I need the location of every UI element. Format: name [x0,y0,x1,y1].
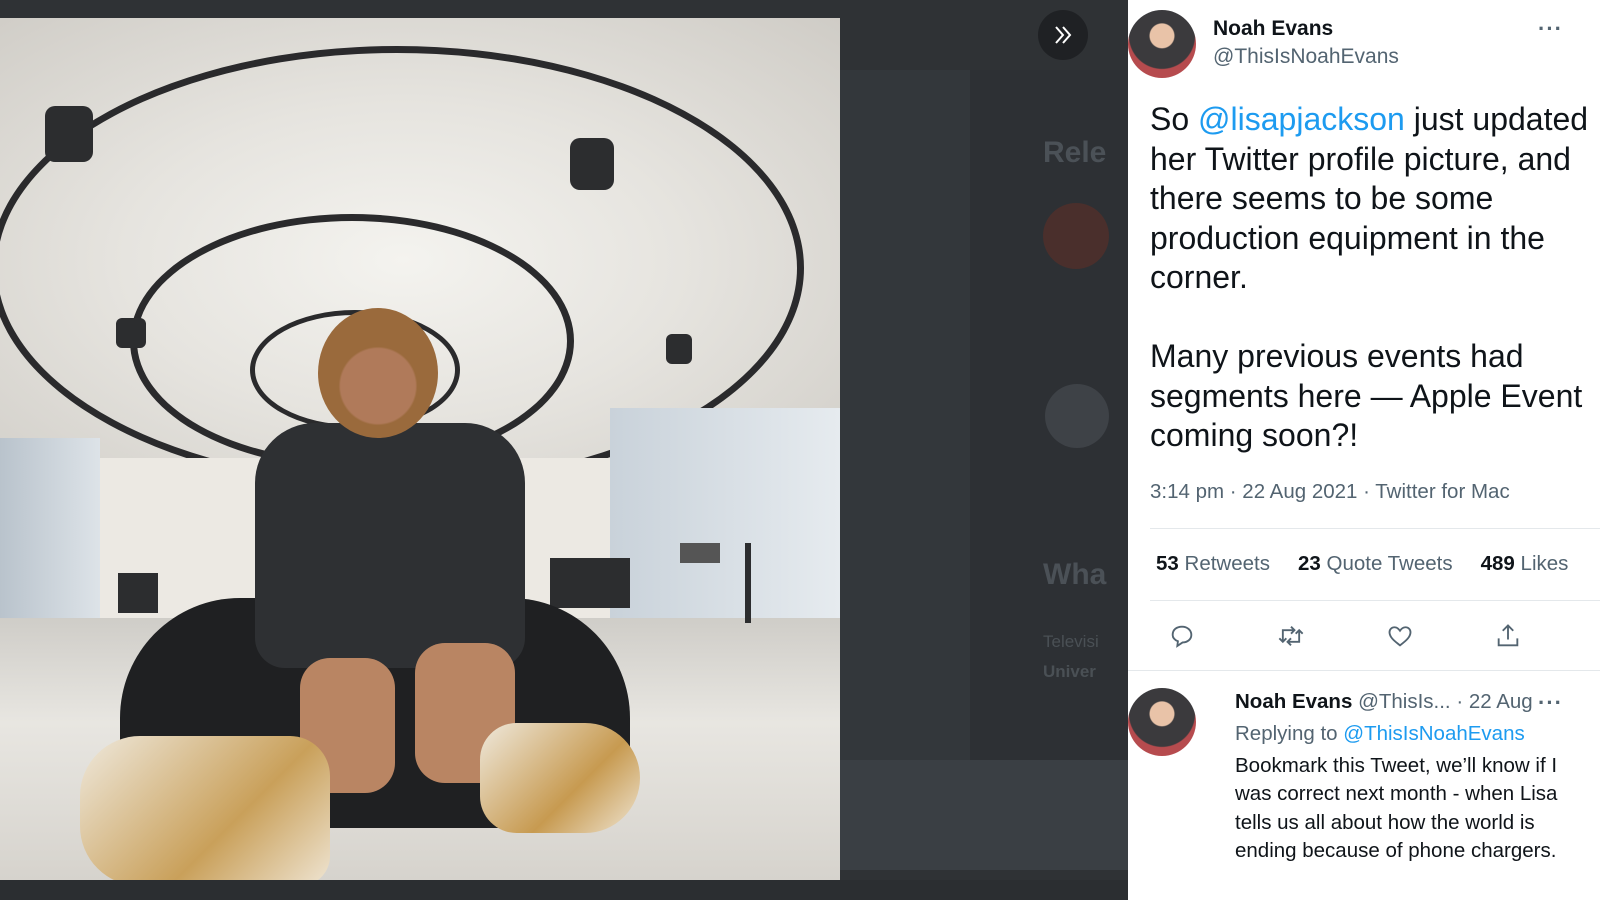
person-shoe-left [80,736,330,880]
author-name[interactable]: Noah Evans [1213,17,1333,41]
retweet-button[interactable] [1271,616,1311,656]
reply-avatar[interactable] [1128,688,1196,756]
mention-link[interactable]: @lisapjackson [1198,101,1405,137]
replying-to-handle[interactable]: @ThisIsNoahEvans [1343,722,1524,745]
retweets-label: Retweets [1184,552,1270,575]
reply-text: Bookmark this Tweet, we’ll know if I was… [1235,754,1558,862]
tweet-text-rest: just updated her Twitter profile picture… [1150,101,1589,453]
tweet-text: So @lisapjackson just updated her Twitte… [1150,100,1595,456]
retweets-count: 53 [1156,552,1179,575]
reply-author-handle[interactable]: @ThisIs... [1358,690,1451,713]
author-handle[interactable]: @ThisIsNoahEvans [1213,45,1399,69]
retweets-stat[interactable]: 53 Retweets [1156,552,1270,576]
double-chevron-right-icon [1055,26,1072,44]
spotlight [570,138,614,190]
background-heading-related: Rele [1043,136,1107,169]
spotlight [666,334,692,364]
more-options-button[interactable]: ··· [1538,16,1563,42]
expand-panel-button[interactable] [1038,10,1088,60]
avatar[interactable] [1128,10,1196,78]
like-button[interactable] [1380,616,1420,656]
quote-tweets-label: Quote Tweets [1326,552,1453,575]
reply-author-name[interactable]: Noah Evans [1235,690,1352,713]
background-trend-category: Televisi [1043,632,1099,651]
replying-to: Replying to @ThisIsNoahEvans [1235,722,1525,746]
tweet-text-start: So [1150,101,1199,137]
background-footer-bar [840,760,1128,870]
replying-to-label: Replying to [1235,722,1338,745]
person-shoe-right [480,723,640,833]
background-avatar-2 [1045,384,1109,448]
quote-tweets-count: 23 [1297,552,1321,575]
divider [1150,528,1600,529]
production-equipment [118,573,158,613]
reply-date[interactable]: · 22 Aug [1456,690,1532,713]
person-jacket [255,423,525,668]
tweet-actions [1128,612,1600,662]
background-heading-whats: Wha [1043,558,1107,591]
spotlight [116,318,146,348]
background-trend-title: Univer [1043,662,1096,681]
divider [1128,670,1600,671]
likes-count: 489 [1480,552,1515,575]
like-icon [1388,626,1412,647]
spotlight [45,106,93,162]
quote-tweets-stat[interactable]: 23 Quote Tweets [1298,552,1453,576]
background-column [840,70,970,760]
reply-button[interactable] [1162,616,1202,656]
production-stand [745,543,751,623]
reply-icon [1171,625,1193,648]
likes-label: Likes [1520,552,1569,575]
share-icon [1497,624,1519,647]
divider [1150,600,1600,601]
reply-header: Noah Evans @ThisIs... · 22 Aug [1235,690,1533,714]
retweet-icon [1278,626,1304,646]
production-equipment-case [550,558,630,608]
photo-window-right [610,408,840,638]
likes-stat[interactable]: 489 Likes [1481,552,1569,576]
person-head [318,308,438,438]
share-button[interactable] [1488,616,1528,656]
tweet-stats: 53 Retweets 23 Quote Tweets 489 Likes [1156,552,1596,576]
bottom-strip [0,880,1128,900]
reply-more-options-button[interactable]: ··· [1538,690,1563,716]
production-monitor [680,543,720,563]
tweet-timestamp[interactable]: 3:14 pm · 22 Aug 2021 · Twitter for Mac [1150,480,1510,504]
tweet-photo[interactable] [0,18,840,880]
background-avatar [1043,203,1109,269]
tweet-detail-panel: Noah Evans @ThisIsNoahEvans ··· So @lisa… [1128,0,1600,900]
